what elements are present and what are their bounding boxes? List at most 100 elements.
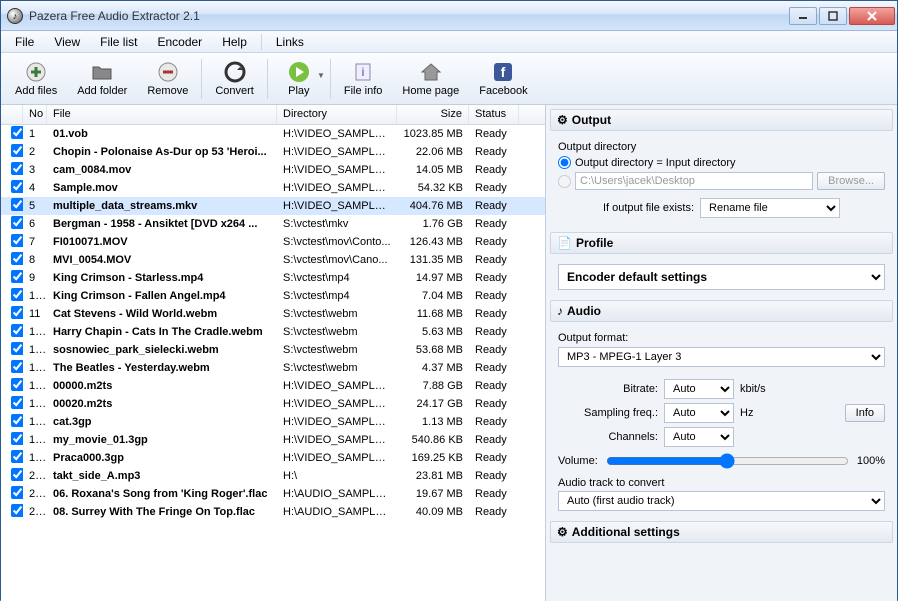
play-button[interactable]: Play▼ [271, 57, 327, 101]
row-checkbox[interactable] [11, 378, 23, 391]
convert-label: Convert [215, 85, 254, 97]
column-status[interactable]: Status [469, 105, 519, 124]
table-row[interactable]: 6Bergman - 1958 - Ansiktet [DVD x264 ...… [1, 215, 545, 233]
table-row[interactable]: 12Harry Chapin - Cats In The Cradle.webm… [1, 323, 545, 341]
output-format-label: Output format: [558, 332, 885, 344]
table-row[interactable]: 20takt_side_A.mp3H:\23.81 MBReady [1, 467, 545, 485]
channels-select[interactable]: Auto [664, 427, 734, 447]
row-checkbox[interactable] [11, 324, 23, 337]
table-row[interactable]: 2208. Surrey With The Fringe On Top.flac… [1, 503, 545, 521]
row-checkbox[interactable] [11, 252, 23, 265]
row-size: 131.35 MB [397, 253, 469, 267]
table-row[interactable]: 101.vobH:\VIDEO_SAMPLES\...1023.85 MBRea… [1, 125, 545, 143]
table-row[interactable]: 19Praca000.3gpH:\VIDEO_SAMPLES\...169.25… [1, 449, 545, 467]
table-row[interactable]: 1500000.m2tsH:\VIDEO_SAMPLES\...7.88 GBR… [1, 377, 545, 395]
row-status: Ready [469, 415, 519, 429]
audio-track-select[interactable]: Auto (first audio track) [558, 491, 885, 511]
maximize-button[interactable] [819, 7, 847, 25]
row-no: 3 [23, 163, 47, 177]
dropdown-caret-icon[interactable]: ▼ [317, 71, 325, 80]
output-format-select[interactable]: MP3 - MPEG-1 Layer 3 [558, 347, 885, 367]
table-row[interactable]: 11Cat Stevens - Wild World.webmS:\vctest… [1, 305, 545, 323]
table-row[interactable]: 4Sample.movH:\VIDEO_SAMPLES\...54.32 KBR… [1, 179, 545, 197]
menu-view[interactable]: View [44, 33, 90, 51]
row-checkbox[interactable] [11, 162, 23, 175]
row-checkbox[interactable] [11, 288, 23, 301]
menu-encoder[interactable]: Encoder [147, 33, 212, 51]
file-info-button[interactable]: iFile info [334, 57, 393, 101]
add-files-button[interactable]: Add files [5, 57, 67, 101]
browse-button[interactable]: Browse... [817, 172, 885, 190]
column-file[interactable]: File [47, 105, 277, 124]
table-row[interactable]: 9King Crimson - Starless.mp4S:\vctest\mp… [1, 269, 545, 287]
home-page-button[interactable]: Home page [392, 57, 469, 101]
facebook-icon: f [492, 61, 514, 83]
row-checkbox[interactable] [11, 270, 23, 283]
row-checkbox[interactable] [11, 504, 23, 517]
sampling-freq-select[interactable]: Auto [664, 403, 734, 423]
row-size: 5.63 MB [397, 325, 469, 339]
row-checkbox[interactable] [11, 342, 23, 355]
menu-file-list[interactable]: File list [90, 33, 147, 51]
row-checkbox[interactable] [11, 198, 23, 211]
output-dir-path-input[interactable] [575, 172, 813, 190]
table-row[interactable]: 1600020.m2tsH:\VIDEO_SAMPLES\...24.17 GB… [1, 395, 545, 413]
column-size[interactable]: Size [397, 105, 469, 124]
facebook-button[interactable]: fFacebook [469, 57, 537, 101]
remove-button[interactable]: Remove [137, 57, 198, 101]
table-row[interactable]: 14The Beatles - Yesterday.webmS:\vctest\… [1, 359, 545, 377]
row-checkbox[interactable] [11, 396, 23, 409]
row-checkbox[interactable] [11, 414, 23, 427]
column-checkbox[interactable] [1, 105, 23, 124]
output-dir-same-radio[interactable] [558, 156, 571, 169]
row-checkbox[interactable] [11, 360, 23, 373]
column-directory[interactable]: Directory [277, 105, 397, 124]
menu-links[interactable]: Links [266, 33, 314, 51]
row-directory: H:\AUDIO_SAMPLES... [277, 487, 397, 501]
output-section-header[interactable]: ⚙ Output [550, 109, 893, 131]
table-row[interactable]: 13sosnowiec_park_sielecki.webmS:\vctest\… [1, 341, 545, 359]
output-exists-select[interactable]: Rename file [700, 198, 840, 218]
row-filename: 00000.m2ts [47, 379, 277, 393]
menu-file[interactable]: File [5, 33, 44, 51]
row-checkbox[interactable] [11, 234, 23, 247]
additional-section-header[interactable]: ⚙ Additional settings [550, 521, 893, 543]
add-files-icon [25, 61, 47, 83]
table-row[interactable]: 2106. Roxana's Song from 'King Roger'.fl… [1, 485, 545, 503]
titlebar[interactable]: ♪ Pazera Free Audio Extractor 2.1 [1, 1, 897, 31]
minimize-button[interactable] [789, 7, 817, 25]
table-row[interactable]: 18my_movie_01.3gpH:\VIDEO_SAMPLES\...540… [1, 431, 545, 449]
table-row[interactable]: 5multiple_data_streams.mkvH:\VIDEO_SAMPL… [1, 197, 545, 215]
row-filename: cat.3gp [47, 415, 277, 429]
row-checkbox[interactable] [11, 450, 23, 463]
bitrate-select[interactable]: Auto [664, 379, 734, 399]
audio-section-header[interactable]: ♪ Audio [550, 300, 893, 322]
row-checkbox[interactable] [11, 486, 23, 499]
profile-section-header[interactable]: 📄 Profile [550, 232, 893, 254]
volume-slider[interactable] [606, 453, 849, 469]
row-checkbox[interactable] [11, 180, 23, 193]
row-checkbox[interactable] [11, 306, 23, 319]
row-checkbox[interactable] [11, 126, 23, 139]
table-row[interactable]: 17cat.3gpH:\VIDEO_SAMPLES\...1.13 MBRead… [1, 413, 545, 431]
list-body[interactable]: 101.vobH:\VIDEO_SAMPLES\...1023.85 MBRea… [1, 125, 545, 601]
table-row[interactable]: 3cam_0084.movH:\VIDEO_SAMPLES\...14.05 M… [1, 161, 545, 179]
add-folder-button[interactable]: Add folder [67, 57, 137, 101]
column-no[interactable]: No [23, 105, 47, 124]
convert-button[interactable]: Convert [205, 57, 264, 101]
info-button[interactable]: Info [845, 404, 885, 422]
row-checkbox[interactable] [11, 144, 23, 157]
row-checkbox[interactable] [11, 432, 23, 445]
row-checkbox[interactable] [11, 216, 23, 229]
row-checkbox[interactable] [11, 468, 23, 481]
table-row[interactable]: 10King Crimson - Fallen Angel.mp4S:\vcte… [1, 287, 545, 305]
close-button[interactable] [849, 7, 895, 25]
menu-help[interactable]: Help [212, 33, 257, 51]
table-row[interactable]: 7FI010071.MOVS:\vctest\mov\Conto...126.4… [1, 233, 545, 251]
table-row[interactable]: 8MVI_0054.MOVS:\vctest\mov\Cano...131.35… [1, 251, 545, 269]
table-row[interactable]: 2Chopin - Polonaise As-Dur op 53 'Heroi.… [1, 143, 545, 161]
add-folder-label: Add folder [77, 85, 127, 97]
convert-icon [224, 61, 246, 83]
output-dir-custom-radio[interactable] [558, 175, 571, 188]
profile-select[interactable]: Encoder default settings [558, 264, 885, 290]
